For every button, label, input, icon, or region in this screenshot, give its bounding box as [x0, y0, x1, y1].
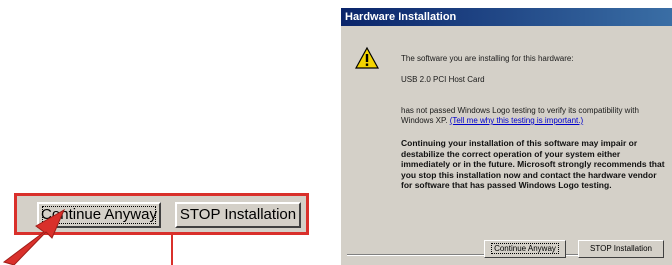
hardware-installation-dialog: Hardware Installation The software you a… — [340, 7, 672, 265]
continue-anyway-button-label: Continue Anyway — [491, 243, 559, 254]
stop-installation-label: STOP Installation — [179, 206, 297, 223]
continue-anyway-label: Continue Anyway — [41, 206, 157, 223]
zoomed-button-callout: Continue Anyway STOP Installation — [14, 193, 309, 235]
intro-text: The software you are installing for this… — [401, 54, 574, 63]
stop-installation-button-label: STOP Installation — [590, 244, 652, 253]
warning-icon — [355, 46, 379, 69]
warning-message: Continuing your installation of this sof… — [401, 138, 665, 190]
why-testing-link[interactable]: (Tell me why this testing is important.) — [450, 116, 583, 125]
continue-anyway-button-zoomed[interactable]: Continue Anyway — [37, 202, 161, 228]
device-name: USB 2.0 PCI Host Card — [401, 75, 485, 84]
dialog-titlebar[interactable]: Hardware Installation — [341, 8, 672, 26]
logo-testing-text: has not passed Windows Logo testing to v… — [401, 106, 661, 126]
continue-anyway-button[interactable]: Continue Anyway — [484, 240, 566, 258]
stop-installation-button[interactable]: STOP Installation — [578, 240, 664, 258]
stop-installation-button-zoomed[interactable]: STOP Installation — [175, 202, 301, 228]
